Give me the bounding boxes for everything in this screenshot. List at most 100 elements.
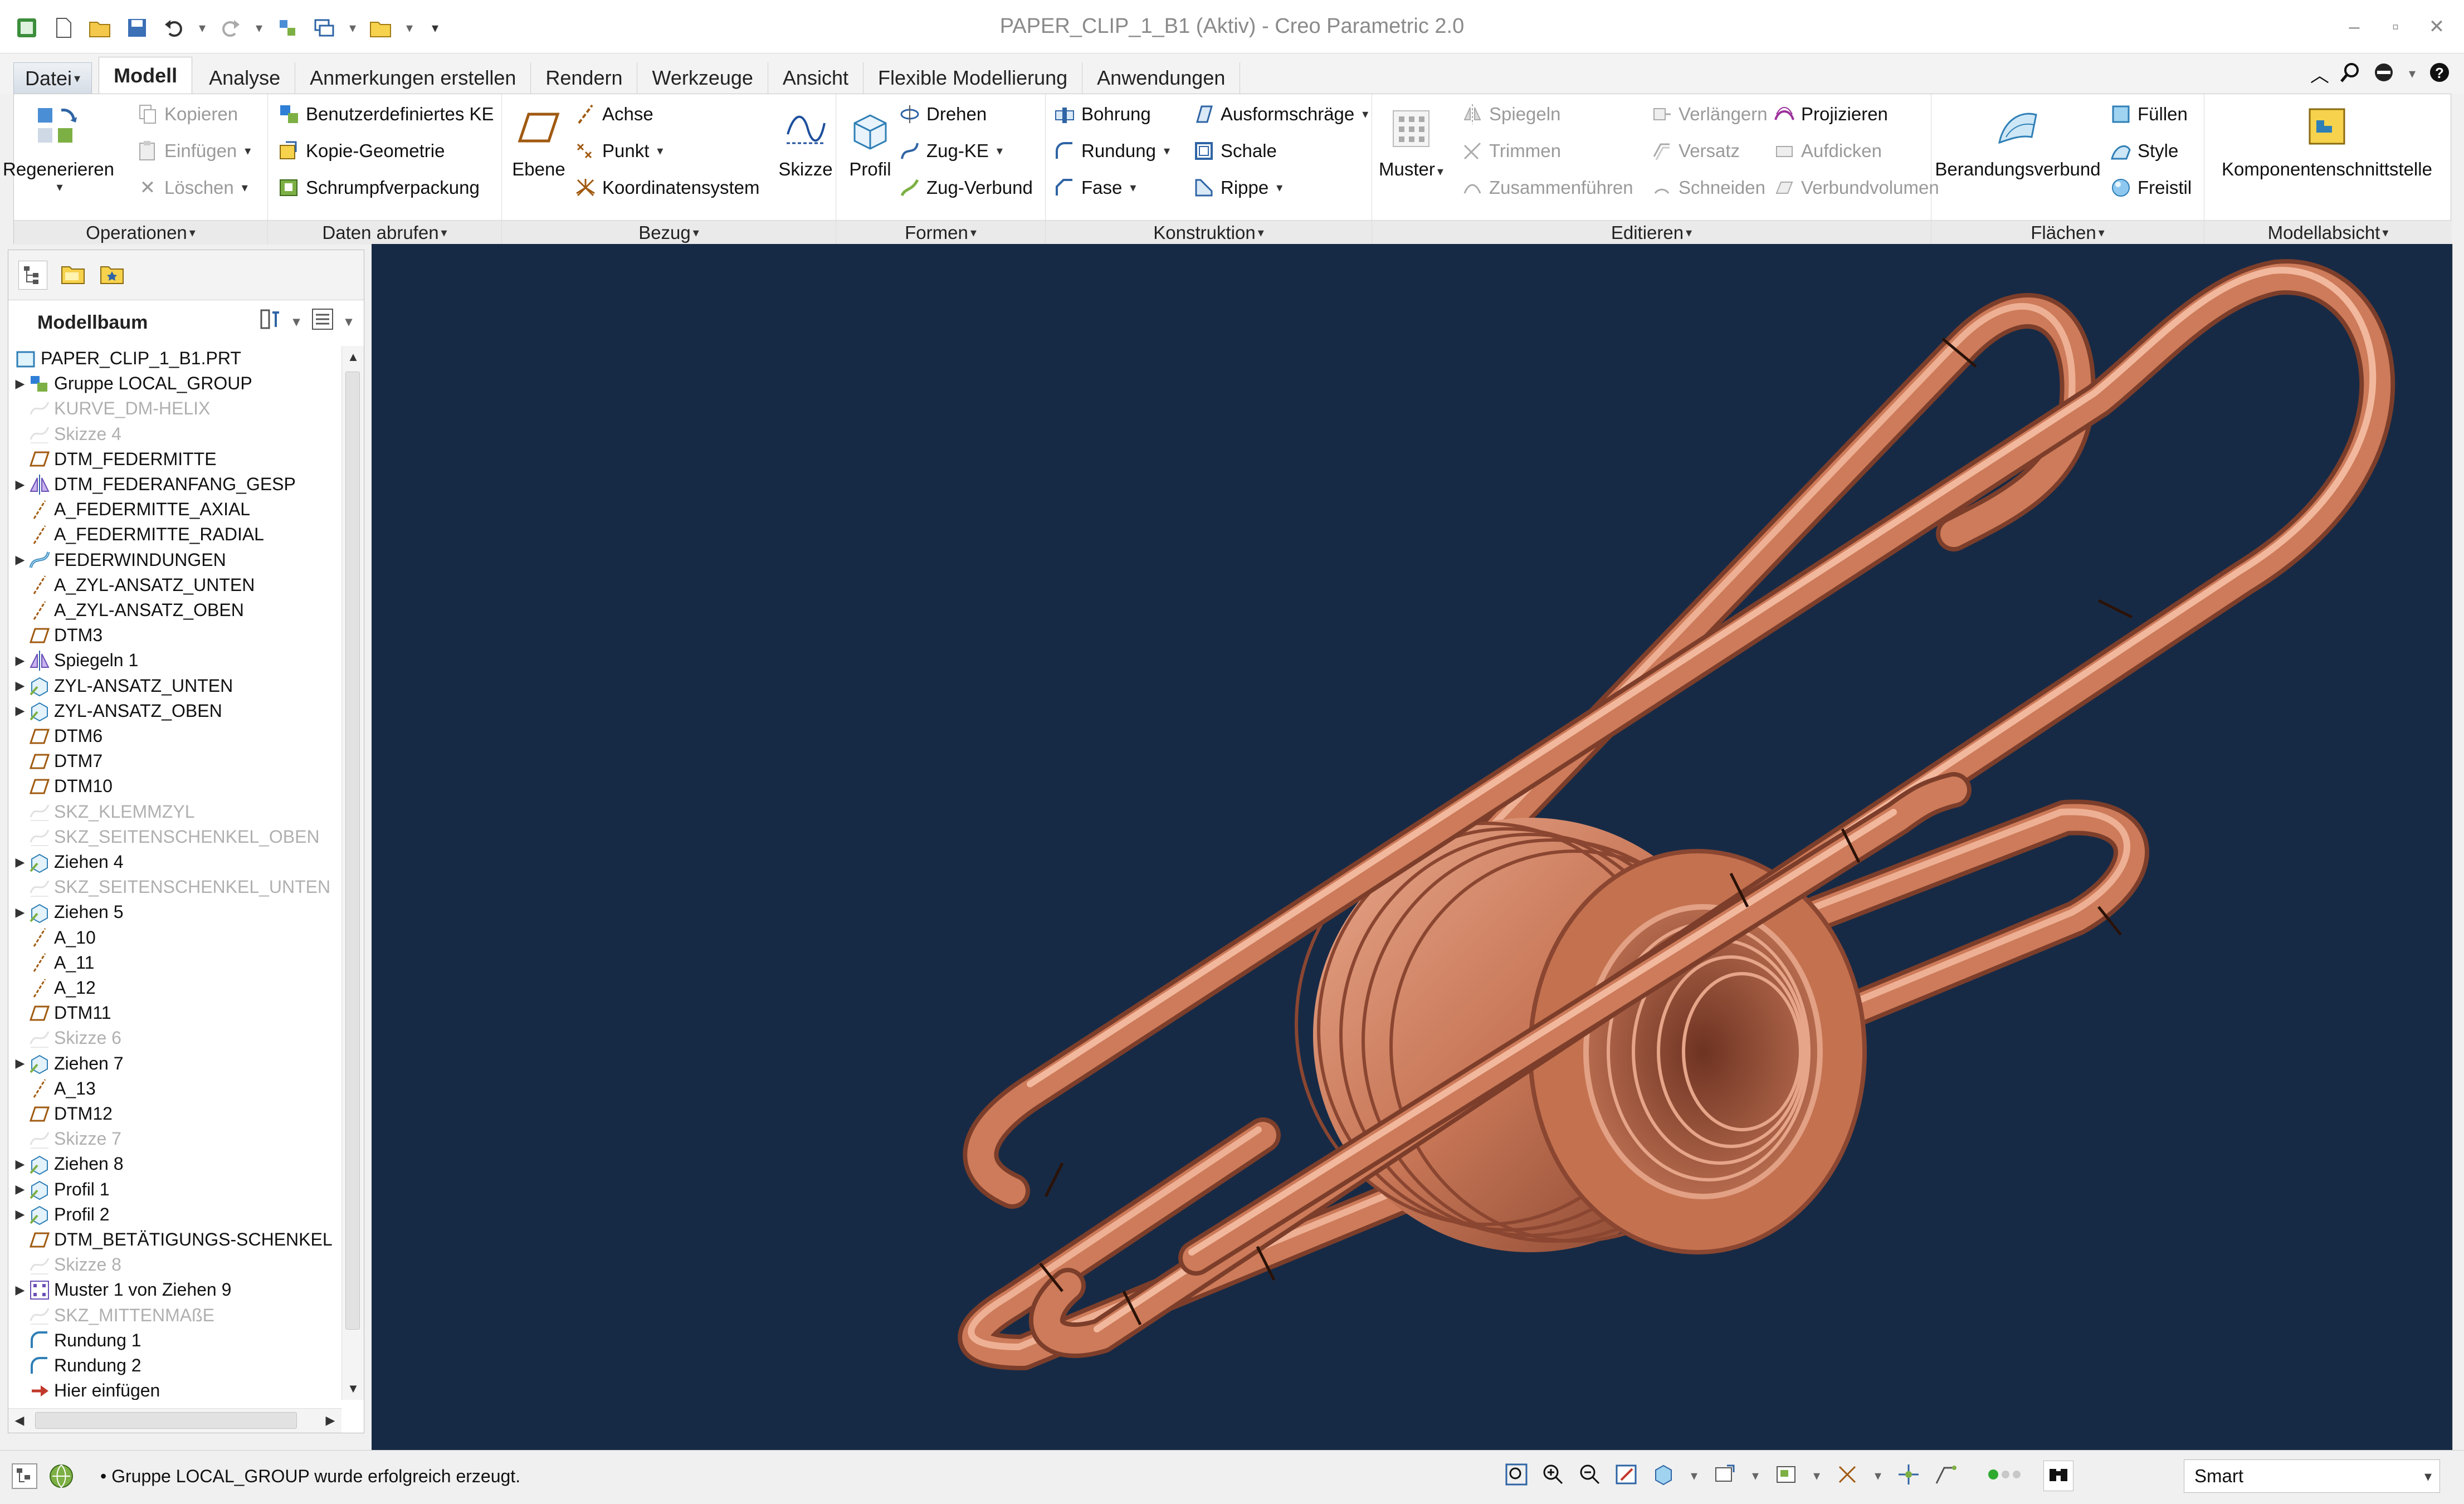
tree-item[interactable]: ▶ FEDERWINDUNGEN (8, 548, 339, 573)
tree-item[interactable]: A_FEDERMITTE_AXIAL (8, 497, 339, 522)
tree-show-dropdown-icon[interactable]: ▾ (343, 314, 355, 330)
favorites-tab-icon[interactable] (99, 261, 125, 289)
tree-item[interactable]: SKZ_KLEMMZYL (8, 799, 339, 824)
tree-item[interactable]: ▶ Profil 1 (8, 1177, 339, 1202)
trimmen-button[interactable]: Trimmen (1461, 134, 1561, 168)
search-icon[interactable] (2339, 61, 2361, 86)
ebene-button[interactable]: Ebene (505, 99, 572, 180)
minimize-icon[interactable]: – (2341, 16, 2367, 38)
komponentenschnittstelle-button[interactable]: Komponentenschnittstelle (2210, 99, 2444, 180)
skizze-button[interactable]: Skizze (775, 99, 836, 180)
folder-browser-tab-icon[interactable] (60, 261, 86, 289)
tree-item[interactable]: A_13 (8, 1076, 339, 1101)
group-label-modellabsicht[interactable]: Modellabsicht ▾ (2204, 220, 2452, 245)
berandungsverbund-button[interactable]: Berandungsverbund (1935, 99, 2101, 180)
zug-verbund-button[interactable]: Zug-Verbund (899, 171, 1033, 204)
expand-arrow-icon[interactable]: ▶ (12, 1207, 28, 1222)
tree-item[interactable]: DTM6 (8, 724, 339, 749)
expand-arrow-icon[interactable]: ▶ (12, 1056, 28, 1071)
tree-item[interactable]: ▶ Spiegeln 1 (8, 648, 339, 673)
zoom-in-icon[interactable] (1541, 1462, 1565, 1490)
display-style-dropdown-icon[interactable]: ▾ (1688, 1468, 1700, 1484)
refit-icon[interactable] (1504, 1462, 1529, 1490)
tree-item[interactable]: DTM12 (8, 1101, 339, 1126)
group-label-daten-abrufen[interactable]: Daten abrufen ▾ (268, 220, 501, 245)
rundung-button[interactable]: Rundung ▾ (1053, 134, 1170, 168)
group-label-konstruktion[interactable]: Konstruktion ▾ (1046, 220, 1372, 245)
navigator-toggle-icon[interactable] (11, 1463, 38, 1492)
group-label-flaechen[interactable]: Flächen ▾ (1931, 220, 2204, 245)
zoom-out-icon[interactable] (1578, 1462, 1602, 1490)
tree-vertical-scrollbar[interactable]: ▲ ▼ (341, 346, 364, 1400)
tree-item[interactable]: Hier einfügen (8, 1378, 339, 1400)
expand-arrow-icon[interactable]: ▶ (12, 653, 28, 668)
fase-button[interactable]: Fase ▾ (1053, 171, 1136, 204)
versatz-button[interactable]: Versatz (1651, 134, 1740, 168)
loeschen-button[interactable]: ✕ Löschen ▾ (136, 171, 248, 204)
graphics-window[interactable] (372, 244, 2452, 1450)
tab-anmerkungen-erstellen[interactable]: Anmerkungen erstellen (295, 62, 531, 94)
browser-toggle-icon[interactable] (48, 1463, 75, 1492)
tab-analyse[interactable]: Analyse (194, 62, 296, 94)
tree-horizontal-scrollbar[interactable]: ◀ ▶ (8, 1408, 341, 1433)
ausformschraege-button[interactable]: Ausformschräge ▾ (1193, 97, 1368, 131)
datum-display-icon[interactable] (1835, 1462, 1860, 1490)
tree-item[interactable]: ▶ Muster 1 von Ziehen 9 (8, 1277, 339, 1302)
saved-views-dropdown-icon[interactable]: ▾ (1749, 1468, 1762, 1484)
tree-item[interactable]: Rundung 1 (8, 1328, 339, 1353)
projizieren-button[interactable]: Projizieren (1773, 97, 1888, 131)
kopieren-button[interactable]: Kopieren (136, 97, 238, 131)
tree-settings-icon[interactable] (258, 307, 282, 336)
expand-arrow-icon[interactable]: ▶ (12, 553, 28, 567)
tree-item[interactable]: ▶ Ziehen 8 (8, 1151, 339, 1176)
tree-item[interactable]: DTM7 (8, 749, 339, 774)
tree-settings-dropdown-icon[interactable]: ▾ (290, 314, 302, 330)
tree-item[interactable]: A_FEDERMITTE_RADIAL (8, 522, 339, 547)
tab-modell[interactable]: Modell (99, 57, 193, 94)
saved-views-icon[interactable] (1712, 1462, 1737, 1490)
scroll-up-icon[interactable]: ▲ (342, 346, 364, 368)
tree-item[interactable]: ▶ Ziehen 7 (8, 1051, 339, 1076)
verbundvolumen-button[interactable]: Verbundvolumen (1773, 171, 1939, 204)
expand-arrow-icon[interactable]: ▶ (12, 1283, 28, 1297)
einfuegen-button[interactable]: Einfügen ▾ (136, 134, 251, 168)
repaint-icon[interactable] (1614, 1462, 1639, 1490)
expand-arrow-icon[interactable]: ▶ (12, 477, 28, 492)
tree-item[interactable]: DTM_BETÄTIGUNGS-SCHENKEL (8, 1227, 339, 1252)
tree-item[interactable]: Skizze 4 (8, 422, 339, 447)
tree-item[interactable]: SKZ_MITTENMAßE (8, 1303, 339, 1328)
tab-datei[interactable]: Datei ▾ (13, 62, 92, 94)
selection-filter[interactable]: Smart ▾ (2184, 1459, 2440, 1493)
tab-werkzeuge[interactable]: Werkzeuge (637, 62, 768, 94)
muster-button[interactable]: Muster ▾ (1378, 99, 1445, 180)
close-icon[interactable]: ✕ (2424, 16, 2450, 38)
fuellen-button[interactable]: Füllen (2110, 97, 2188, 131)
tree-item[interactable]: ▶ Profil 2 (8, 1202, 339, 1227)
schneiden-button[interactable]: Schneiden (1651, 171, 1765, 204)
group-label-formen[interactable]: Formen ▾ (836, 220, 1045, 245)
tab-rendern[interactable]: Rendern (531, 62, 638, 94)
profil-button[interactable]: Profil (840, 99, 901, 180)
scroll-down-icon[interactable]: ▼ (342, 1378, 364, 1400)
tree-item[interactable]: ▶ Gruppe LOCAL_GROUP (8, 371, 339, 396)
drehen-button[interactable]: Drehen (899, 97, 987, 131)
find-icon[interactable] (2043, 1461, 2073, 1491)
community-icon[interactable] (2372, 61, 2396, 86)
spin-center-icon[interactable] (1896, 1462, 1921, 1490)
tree-item[interactable]: DTM11 (8, 1000, 339, 1026)
tab-flexible-modellierung[interactable]: Flexible Modellierung (863, 62, 1083, 94)
scroll-thumb[interactable] (345, 372, 360, 1330)
punkt-button[interactable]: Punkt ▾ (574, 134, 663, 168)
annotation-display-icon[interactable] (1933, 1462, 1958, 1490)
tree-item[interactable]: Skizze 6 (8, 1026, 339, 1051)
expand-arrow-icon[interactable]: ▶ (12, 1157, 28, 1171)
tree-item[interactable]: Skizze 8 (8, 1252, 339, 1277)
scroll-right-icon[interactable]: ▶ (319, 1409, 341, 1432)
hscroll-thumb[interactable] (35, 1412, 297, 1429)
verlaengern-button[interactable]: Verlängern (1651, 97, 1768, 131)
tree-item[interactable]: DTM3 (8, 623, 339, 648)
expand-arrow-icon[interactable]: ▶ (12, 704, 28, 718)
tree-item[interactable]: KURVE_DM-HELIX (8, 396, 339, 421)
community-dropdown-icon[interactable]: ▾ (2406, 66, 2418, 82)
schrumpfverpackung-button[interactable]: Schrumpfverpackung (278, 171, 480, 204)
